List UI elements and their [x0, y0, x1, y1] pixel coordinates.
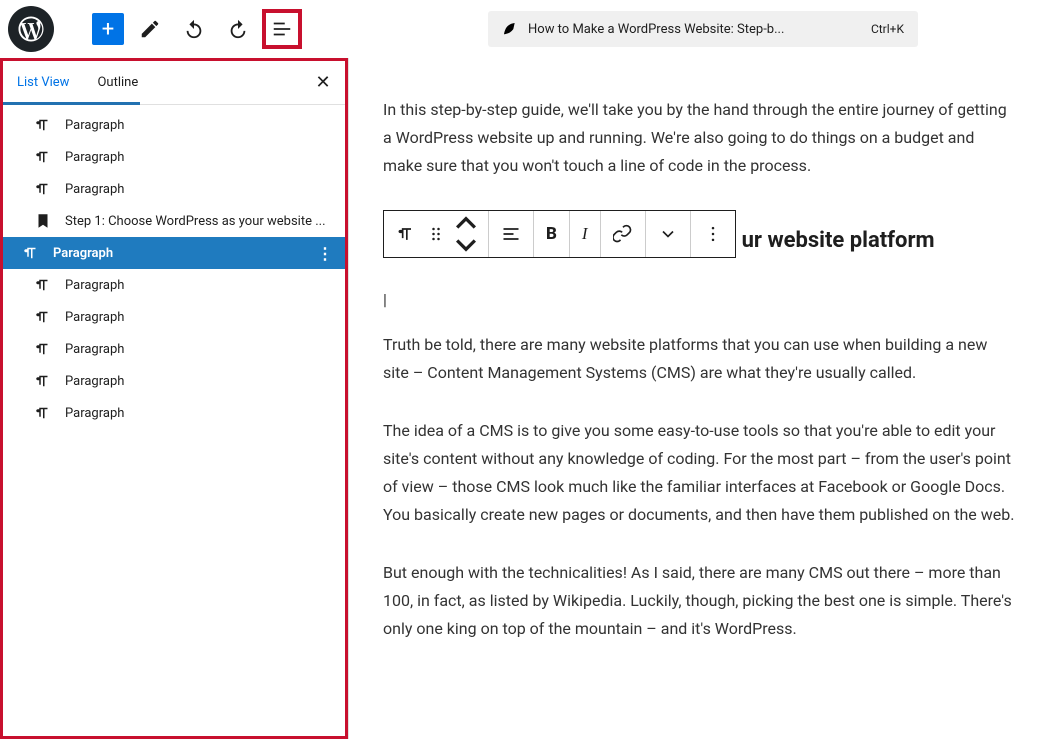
paragraph-block[interactable]: In this step-by-step guide, we'll take y…	[383, 96, 1016, 180]
editor-top-toolbar: + How to Make a WordPress Website: Step-…	[0, 0, 1050, 58]
document-overview-panel: List View Outline ✕ ParagraphParagraphPa…	[0, 58, 348, 739]
italic-button[interactable]: I	[570, 211, 601, 257]
block-list: Paragraph Paragraph Paragraph Step 1: Choos…	[3, 105, 345, 429]
close-overview-button[interactable]: ✕	[305, 65, 341, 101]
tab-outline[interactable]: Outline	[83, 61, 152, 105]
drag-icon	[426, 224, 446, 244]
more-options-button[interactable]	[691, 211, 735, 257]
heading-visible-text[interactable]: ur website platform	[742, 228, 935, 253]
undo-button[interactable]	[176, 11, 212, 47]
feather-icon	[502, 21, 518, 37]
paragraph-block[interactable]: But enough with the technicalities! As I…	[383, 559, 1016, 643]
tab-list-view[interactable]: List View	[3, 61, 83, 105]
paragraph-icon	[33, 404, 53, 422]
list-item[interactable]: Paragraph	[3, 301, 345, 333]
paragraph-icon	[33, 148, 53, 166]
list-item[interactable]: Paragraph	[3, 333, 345, 365]
paragraph-icon	[33, 340, 53, 358]
paragraph-icon	[33, 372, 53, 390]
list-item-label: Paragraph	[65, 310, 124, 325]
list-item[interactable]: Step 1: Choose WordPress as your website…	[3, 205, 345, 237]
paragraph-block[interactable]: Truth be told, there are many website pl…	[383, 331, 1016, 387]
list-item[interactable]: Paragraph	[3, 269, 345, 301]
list-item-label: Step 1: Choose WordPress as your website…	[65, 214, 326, 229]
paragraph-icon	[33, 116, 53, 134]
document-overview-button[interactable]	[264, 11, 300, 47]
chevron-up-icon[interactable]	[456, 213, 476, 233]
redo-button[interactable]	[220, 11, 256, 47]
align-button[interactable]	[489, 211, 534, 257]
list-item-label: Paragraph	[65, 374, 124, 389]
document-title-bar[interactable]: How to Make a WordPress Website: Step-b.…	[488, 11, 918, 47]
more-rich-text-button[interactable]	[646, 211, 691, 257]
paragraph-icon	[33, 276, 53, 294]
link-button[interactable]	[601, 211, 646, 257]
tab-outline-label: Outline	[97, 75, 138, 90]
chevron-down-icon[interactable]	[456, 235, 476, 255]
list-item-label: Paragraph	[65, 118, 124, 133]
overview-tabs: List View Outline ✕	[3, 61, 345, 105]
list-item-label: Paragraph	[65, 342, 124, 357]
list-item[interactable]: Paragraph	[3, 365, 345, 397]
add-block-button[interactable]: +	[92, 13, 124, 45]
block-type-button[interactable]	[384, 211, 489, 257]
list-item-label: Paragraph	[53, 246, 113, 261]
list-item[interactable]: Paragraph	[3, 397, 345, 429]
edit-tool-button[interactable]	[132, 11, 168, 47]
paragraph-icon	[33, 180, 53, 198]
paragraph-icon	[21, 244, 41, 262]
paragraph-block[interactable]: The idea of a CMS is to give you some ea…	[383, 417, 1016, 529]
keyboard-shortcut: Ctrl+K	[871, 22, 904, 36]
tab-list-view-label: List View	[17, 75, 69, 90]
empty-paragraph-caret[interactable]: |	[383, 290, 1016, 309]
wordpress-logo[interactable]	[8, 6, 54, 52]
paragraph-icon	[33, 308, 53, 326]
list-item-label: Paragraph	[65, 406, 124, 421]
bold-button[interactable]: B	[534, 211, 570, 257]
block-toolbar: B I	[383, 210, 736, 258]
list-item[interactable]: Paragraph	[3, 141, 345, 173]
editor-canvas[interactable]: In this step-by-step guide, we'll take y…	[348, 58, 1050, 739]
list-item[interactable]: Paragraph	[3, 237, 345, 269]
list-item-label: Paragraph	[65, 150, 124, 165]
document-title-text: How to Make a WordPress Website: Step-b.…	[528, 22, 861, 37]
list-item-label: Paragraph	[65, 182, 124, 197]
list-item-label: Paragraph	[65, 278, 124, 293]
list-item[interactable]: Paragraph	[3, 173, 345, 205]
bookmark-icon	[33, 212, 53, 230]
list-item[interactable]: Paragraph	[3, 109, 345, 141]
heading-with-toolbar: B I ur website platform	[383, 210, 1016, 270]
